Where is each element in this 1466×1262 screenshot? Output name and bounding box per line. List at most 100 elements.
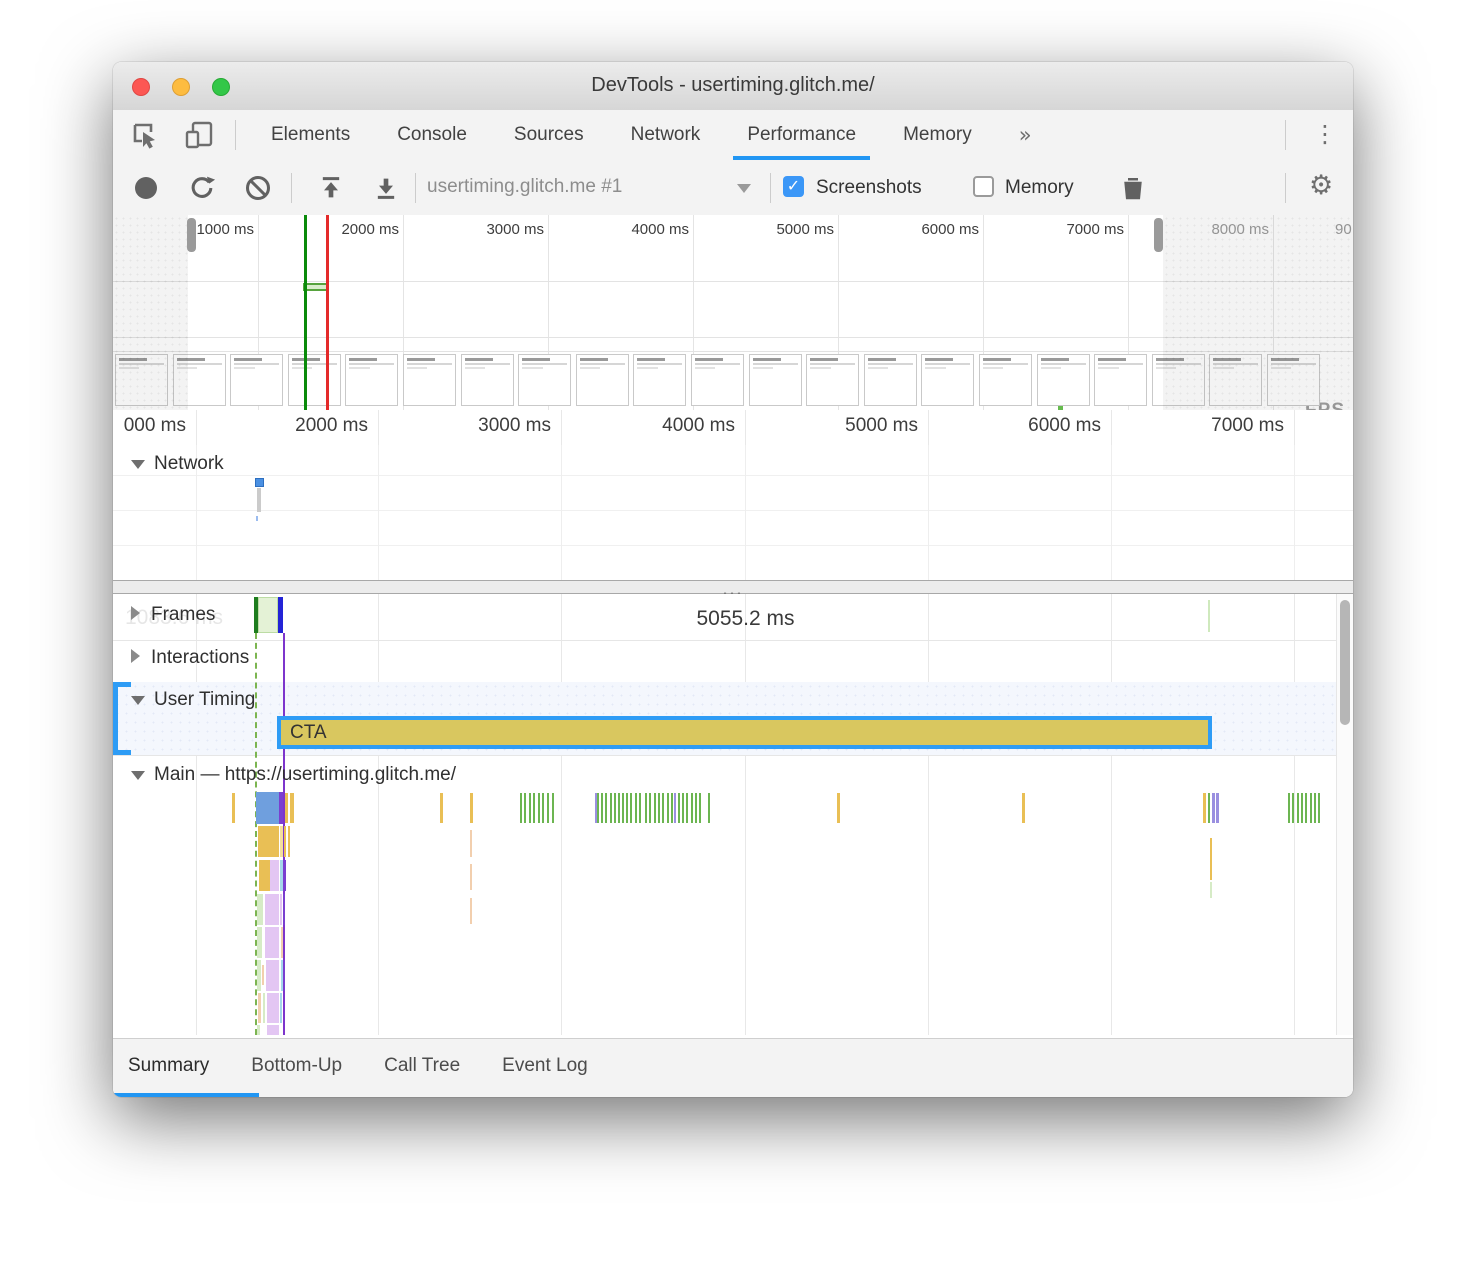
device-toolbar-icon[interactable] — [183, 119, 215, 151]
flame-event[interactable] — [1301, 793, 1303, 823]
flame-event[interactable] — [630, 793, 632, 823]
flame-event[interactable] — [284, 826, 286, 857]
timeline-overview[interactable]: 1000 ms2000 ms3000 ms4000 ms5000 ms6000 … — [113, 215, 1353, 411]
flame-event[interactable] — [257, 960, 261, 991]
inspect-element-icon[interactable] — [129, 119, 161, 151]
flame-event[interactable] — [283, 960, 285, 991]
chevron-down-icon[interactable] — [737, 184, 751, 193]
flame-event[interactable] — [288, 826, 290, 857]
filmstrip-thumbnail[interactable] — [864, 354, 917, 406]
flame-event[interactable] — [658, 793, 660, 823]
filmstrip-thumbnail[interactable] — [1094, 354, 1147, 406]
filmstrip-thumbnail[interactable] — [1037, 354, 1090, 406]
flame-event[interactable] — [258, 993, 261, 1023]
flame-event[interactable] — [524, 793, 526, 823]
flame-event[interactable] — [290, 793, 294, 823]
flame-event[interactable] — [674, 793, 676, 823]
flame-event[interactable] — [671, 793, 673, 823]
frames-track-header[interactable]: Frames — [131, 604, 215, 626]
flame-event[interactable] — [520, 793, 522, 823]
network-request-bar[interactable] — [257, 488, 261, 512]
flame-event[interactable] — [232, 793, 235, 823]
flame-event[interactable] — [1022, 793, 1025, 823]
flame-event[interactable] — [1310, 793, 1312, 823]
memory-label[interactable]: Memory — [1005, 177, 1074, 199]
flame-event[interactable] — [266, 960, 279, 991]
flame-event[interactable] — [1216, 793, 1219, 823]
flame-event[interactable] — [265, 894, 279, 925]
overview-right-handle[interactable] — [1154, 218, 1163, 252]
flame-event[interactable] — [1210, 882, 1212, 898]
flame-event[interactable] — [257, 927, 262, 958]
flame-event[interactable] — [538, 793, 540, 823]
flame-event[interactable] — [552, 793, 554, 823]
tab-console[interactable]: Console — [397, 110, 467, 160]
user-timing-track-header[interactable]: User Timing — [131, 689, 255, 711]
flame-event[interactable] — [280, 826, 283, 857]
flame-event[interactable] — [263, 993, 265, 1023]
network-track-header[interactable]: Network — [131, 453, 224, 475]
filmstrip-thumbnail[interactable] — [518, 354, 571, 406]
flame-event[interactable] — [470, 830, 472, 857]
flame-event[interactable] — [280, 894, 282, 925]
flame-event[interactable] — [622, 793, 624, 823]
flame-event[interactable] — [547, 793, 549, 823]
flame-event[interactable] — [533, 793, 535, 823]
filmstrip-thumbnail[interactable] — [403, 354, 456, 406]
flame-event[interactable] — [699, 793, 701, 823]
flame-event[interactable] — [662, 793, 664, 823]
memory-checkbox[interactable] — [973, 176, 994, 197]
flame-event[interactable] — [645, 793, 647, 823]
load-profile-icon[interactable] — [317, 174, 345, 202]
devtools-menu-icon[interactable]: ⋮ — [1313, 120, 1337, 148]
flame-event[interactable] — [639, 793, 641, 823]
flame-event[interactable] — [281, 927, 283, 958]
filmstrip-thumbnail[interactable] — [288, 354, 341, 406]
flame-event[interactable] — [258, 826, 279, 857]
filmstrip-thumbnail[interactable] — [979, 354, 1032, 406]
flame-event[interactable] — [654, 793, 656, 823]
overview-left-handle[interactable] — [187, 218, 196, 252]
frame-span[interactable] — [258, 597, 278, 633]
flame-chart-area[interactable]: 1083.6 ms Frames 5055.2 ms Interactions … — [113, 594, 1353, 1035]
flame-event[interactable] — [601, 793, 603, 823]
filmstrip-thumbnail[interactable] — [921, 354, 974, 406]
flame-event[interactable] — [280, 993, 282, 1023]
reload-and-record-button[interactable] — [188, 174, 216, 202]
tab-network[interactable]: Network — [631, 110, 701, 160]
network-request-marker[interactable] — [255, 478, 264, 487]
flame-event[interactable] — [635, 793, 637, 823]
screenshots-label[interactable]: Screenshots — [816, 177, 922, 199]
flame-event[interactable] — [283, 860, 286, 891]
flame-event[interactable] — [470, 898, 472, 924]
flame-event[interactable] — [529, 793, 531, 823]
flame-event[interactable] — [605, 793, 607, 823]
flame-event[interactable] — [270, 860, 279, 891]
filmstrip-thumbnail[interactable] — [230, 354, 283, 406]
flame-event[interactable] — [618, 793, 620, 823]
flame-event[interactable] — [1288, 793, 1290, 823]
flame-event[interactable] — [678, 793, 680, 823]
flame-event[interactable] — [649, 793, 651, 823]
flame-event[interactable] — [682, 793, 684, 823]
flame-event[interactable] — [1314, 793, 1316, 823]
filmstrip-thumbnail[interactable] — [749, 354, 802, 406]
flame-event[interactable] — [686, 793, 688, 823]
flame-event[interactable] — [267, 993, 279, 1023]
tab-bottom-up[interactable]: Bottom-Up — [251, 1039, 342, 1097]
flame-event[interactable] — [257, 894, 263, 925]
flame-event[interactable] — [1208, 793, 1210, 823]
flame-event[interactable] — [1210, 838, 1212, 880]
tab-event-log[interactable]: Event Log — [502, 1039, 588, 1097]
more-tabs-chevron-icon[interactable]: » — [1019, 110, 1032, 160]
flame-event[interactable] — [667, 793, 669, 823]
user-timing-cta-measure[interactable]: CTA — [277, 716, 1212, 749]
save-profile-icon[interactable] — [372, 174, 400, 202]
flame-event[interactable] — [837, 793, 840, 823]
flame-event[interactable] — [262, 965, 264, 985]
flame-event[interactable] — [267, 1025, 279, 1035]
screenshots-checkbox[interactable]: ✓ — [783, 176, 804, 197]
flame-event[interactable] — [626, 793, 628, 823]
filmstrip-thumbnail[interactable] — [461, 354, 514, 406]
flame-event[interactable] — [610, 793, 612, 823]
